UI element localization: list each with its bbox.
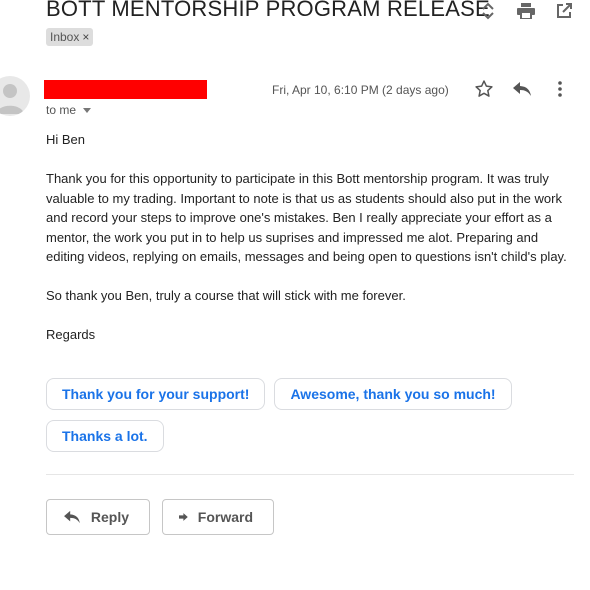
thread-toolbar bbox=[476, 0, 576, 22]
forward-button[interactable]: Forward bbox=[162, 499, 274, 535]
forward-icon bbox=[179, 513, 188, 521]
message-body: Hi Ben Thank you for this opportunity to… bbox=[46, 130, 576, 364]
message-date: Fri, Apr 10, 6:10 PM (2 days ago) bbox=[272, 83, 449, 97]
forward-button-label: Forward bbox=[197, 509, 253, 525]
sender-avatar bbox=[0, 76, 30, 116]
label-chip-text: Inbox bbox=[50, 30, 80, 44]
message-toolbar bbox=[472, 78, 572, 100]
smart-reply-button[interactable]: Thank you for your support! bbox=[46, 378, 266, 410]
recipient-details[interactable]: to me bbox=[46, 103, 92, 117]
more-options-icon[interactable] bbox=[548, 78, 572, 100]
divider bbox=[46, 474, 574, 475]
email-subject: BOTT MENTORSHIP PROGRAM RELEASE bbox=[46, 0, 490, 21]
print-icon[interactable] bbox=[514, 0, 538, 22]
body-closing: Regards bbox=[46, 327, 96, 342]
body-greeting: Hi Ben bbox=[46, 132, 86, 147]
label-chip-inbox: Inbox × bbox=[46, 28, 94, 46]
star-icon[interactable] bbox=[472, 78, 496, 100]
body-paragraph: So thank you Ben, truly a course that wi… bbox=[46, 288, 406, 303]
reply-icon[interactable] bbox=[510, 78, 534, 100]
body-paragraph: Thank you for this opportunity to partic… bbox=[46, 171, 567, 264]
open-in-new-window-icon[interactable] bbox=[552, 0, 576, 22]
expand-collapse-icon[interactable] bbox=[476, 0, 500, 22]
smart-replies: Thank you for your support! Awesome, tha… bbox=[46, 378, 566, 452]
smart-reply-button[interactable]: Thanks a lot. bbox=[46, 420, 164, 452]
caret-down-icon[interactable] bbox=[83, 107, 92, 113]
reply-button-label: Reply bbox=[90, 509, 129, 525]
person-icon bbox=[0, 84, 24, 114]
reply-icon bbox=[64, 510, 80, 524]
smart-reply-button[interactable]: Awesome, thank you so much! bbox=[274, 378, 512, 410]
reply-actions: Reply Forward bbox=[46, 499, 274, 535]
reply-button[interactable]: Reply bbox=[46, 499, 150, 535]
remove-label-icon[interactable]: × bbox=[82, 30, 89, 44]
sender-name-redacted bbox=[44, 80, 207, 99]
recipient-label: to me bbox=[46, 103, 77, 117]
